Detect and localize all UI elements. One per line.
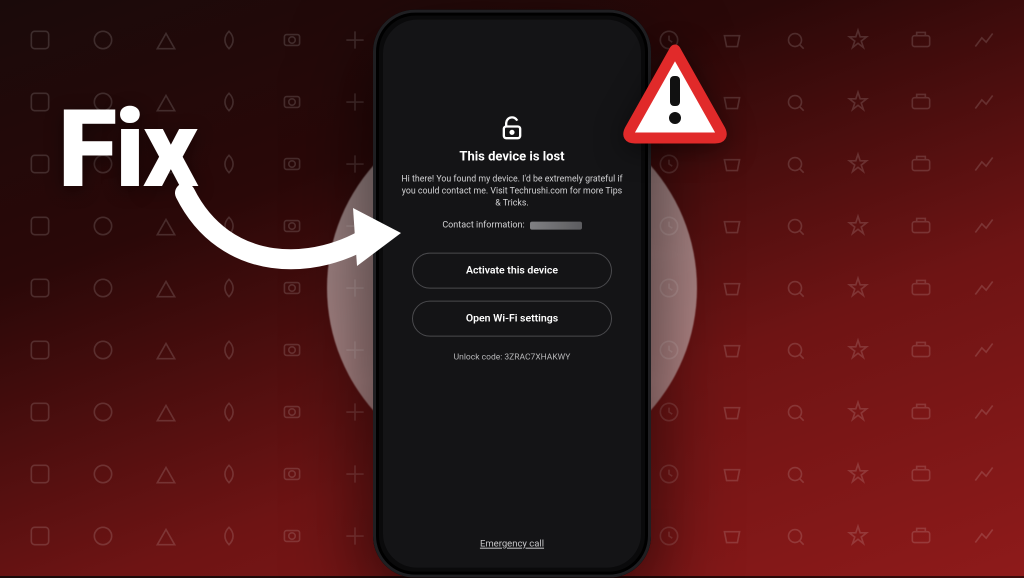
emergency-call-label: Emergency call xyxy=(480,539,544,550)
bg-decorative-icon xyxy=(704,322,761,378)
bg-decorative-icon xyxy=(12,322,69,378)
bg-decorative-icon xyxy=(892,12,949,68)
bg-decorative-icon xyxy=(892,74,949,130)
bg-decorative-icon xyxy=(829,446,886,502)
activate-button[interactable]: Activate this device xyxy=(412,252,612,288)
bg-decorative-icon xyxy=(264,384,321,440)
bg-decorative-icon xyxy=(892,260,949,316)
bg-decorative-icon xyxy=(75,260,132,316)
bg-decorative-icon xyxy=(264,446,321,502)
bg-decorative-icon xyxy=(767,508,824,564)
bg-decorative-icon xyxy=(892,198,949,254)
bg-decorative-icon xyxy=(12,446,69,502)
bg-decorative-icon xyxy=(12,508,69,564)
bg-decorative-icon xyxy=(767,74,824,130)
bg-decorative-icon xyxy=(12,384,69,440)
bg-decorative-icon xyxy=(892,384,949,440)
bg-decorative-icon xyxy=(12,12,69,68)
bg-decorative-icon xyxy=(767,136,824,192)
bg-decorative-icon xyxy=(955,260,1012,316)
wifi-button-label: Open Wi-Fi settings xyxy=(466,312,558,325)
bg-decorative-icon xyxy=(892,136,949,192)
bg-decorative-icon xyxy=(75,12,132,68)
bg-decorative-icon xyxy=(767,260,824,316)
bg-decorative-icon xyxy=(75,384,132,440)
bg-decorative-icon xyxy=(767,322,824,378)
bg-decorative-icon xyxy=(829,322,886,378)
bg-decorative-icon xyxy=(75,508,132,564)
bg-decorative-icon xyxy=(201,322,258,378)
lost-message: Hi there! You found my device. I'd be ex… xyxy=(397,175,627,211)
bg-decorative-icon xyxy=(955,508,1012,564)
bg-decorative-icon xyxy=(704,260,761,316)
bg-decorative-icon xyxy=(704,446,761,502)
bg-decorative-icon xyxy=(704,198,761,254)
bg-decorative-icon xyxy=(138,322,195,378)
warning-triangle-icon xyxy=(620,40,730,150)
unlock-icon xyxy=(498,114,526,142)
bg-decorative-icon xyxy=(138,12,195,68)
bg-decorative-icon xyxy=(892,508,949,564)
bg-decorative-icon xyxy=(955,136,1012,192)
bg-decorative-icon xyxy=(264,322,321,378)
bg-decorative-icon xyxy=(829,136,886,192)
bg-decorative-icon xyxy=(201,12,258,68)
bg-decorative-icon xyxy=(138,384,195,440)
bg-decorative-icon xyxy=(201,446,258,502)
bg-decorative-icon xyxy=(829,198,886,254)
bg-decorative-icon xyxy=(75,446,132,502)
bg-decorative-icon xyxy=(264,508,321,564)
bg-decorative-icon xyxy=(955,74,1012,130)
contact-label: Contact information: xyxy=(442,220,524,230)
bg-decorative-icon xyxy=(829,384,886,440)
bg-decorative-icon xyxy=(264,12,321,68)
bg-decorative-icon xyxy=(892,322,949,378)
bg-decorative-icon xyxy=(767,198,824,254)
bg-decorative-icon xyxy=(138,508,195,564)
lost-title: This device is lost xyxy=(459,150,564,165)
bg-decorative-icon xyxy=(138,446,195,502)
bg-decorative-icon xyxy=(955,384,1012,440)
bg-decorative-icon xyxy=(201,74,258,130)
bg-decorative-icon xyxy=(955,446,1012,502)
bg-decorative-icon xyxy=(892,446,949,502)
unlock-code: Unlock code: 3ZRAC7XHAKWY xyxy=(454,352,571,362)
phone-screen: This device is lost Hi there! You found … xyxy=(383,20,641,568)
activate-button-label: Activate this device xyxy=(466,264,558,277)
bg-decorative-icon xyxy=(767,384,824,440)
bg-decorative-icon xyxy=(829,12,886,68)
bg-decorative-icon xyxy=(955,198,1012,254)
bg-decorative-icon xyxy=(201,508,258,564)
bg-decorative-icon xyxy=(201,384,258,440)
bg-decorative-icon xyxy=(955,12,1012,68)
bg-decorative-icon xyxy=(704,384,761,440)
wifi-settings-button[interactable]: Open Wi-Fi settings xyxy=(412,300,612,336)
bg-decorative-icon xyxy=(955,322,1012,378)
bg-decorative-icon xyxy=(75,322,132,378)
emergency-call-link[interactable]: Emergency call xyxy=(480,539,544,550)
bg-decorative-icon xyxy=(829,74,886,130)
bg-decorative-icon xyxy=(767,446,824,502)
bg-decorative-icon xyxy=(767,12,824,68)
contact-info-row: Contact information: xyxy=(442,220,581,230)
bg-decorative-icon xyxy=(704,508,761,564)
bg-decorative-icon xyxy=(264,74,321,130)
bg-decorative-icon xyxy=(829,260,886,316)
arrow-icon xyxy=(165,178,415,298)
bg-decorative-icon xyxy=(12,260,69,316)
contact-redacted xyxy=(530,221,582,229)
bg-decorative-icon xyxy=(829,508,886,564)
